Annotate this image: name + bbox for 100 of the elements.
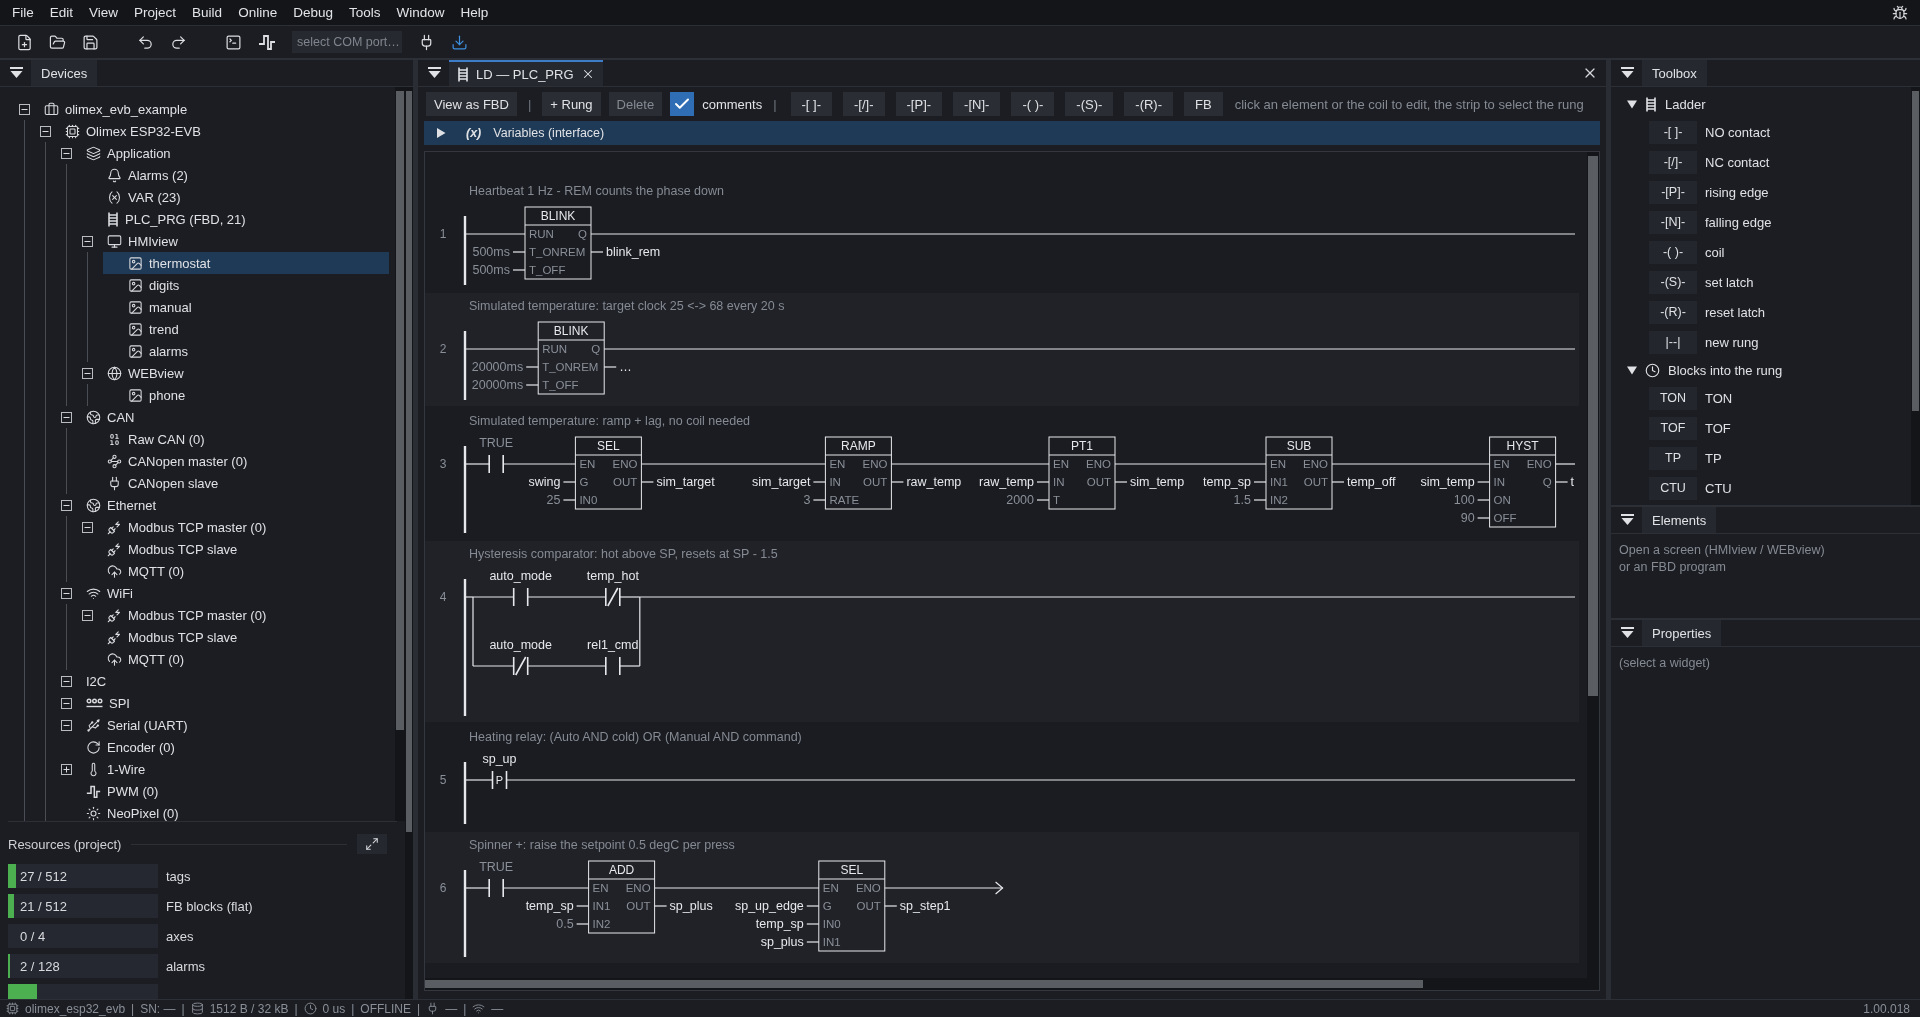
tree-item[interactable]: Serial (UART) xyxy=(61,714,389,736)
function-block[interactable] xyxy=(574,436,642,510)
collapse-icon[interactable] xyxy=(82,367,93,379)
tree-item[interactable]: VAR (23) xyxy=(82,186,389,208)
collapse-icon[interactable] xyxy=(61,675,72,687)
collapse-panel-icon[interactable] xyxy=(428,67,441,79)
save-icon[interactable] xyxy=(82,33,99,51)
contact-symbol[interactable] xyxy=(605,656,621,676)
contact-symbol[interactable] xyxy=(491,770,508,790)
collapse-panel-icon[interactable] xyxy=(1621,514,1634,526)
tree-item[interactable]: olimex_evb_example xyxy=(19,98,389,120)
collapse-icon[interactable] xyxy=(82,235,93,247)
palette-key[interactable]: -( )- xyxy=(1649,240,1697,264)
tree-item[interactable]: CAN xyxy=(61,406,389,428)
element-button[interactable]: -(R)- xyxy=(1124,92,1174,116)
tree-item[interactable]: SPI xyxy=(61,692,389,714)
element-button[interactable]: -[ ]- xyxy=(790,92,833,116)
tree-item[interactable]: Modbus TCP slave xyxy=(82,626,389,648)
collapse-icon[interactable] xyxy=(40,125,51,137)
expand-triangle-icon[interactable] xyxy=(436,128,446,138)
tree-item[interactable]: Alarms (2) xyxy=(82,164,389,186)
tree-item[interactable]: MQTT (0) xyxy=(82,648,389,670)
scrollbar[interactable] xyxy=(425,978,1599,990)
editor-tab[interactable]: LD — PLC_PRG xyxy=(449,60,603,86)
tree-item[interactable]: thermostat xyxy=(103,252,389,274)
palette-key[interactable]: -(S)- xyxy=(1649,270,1697,294)
collapse-panel-icon[interactable] xyxy=(10,67,23,79)
panel-tab[interactable]: Elements xyxy=(1642,507,1717,533)
element-button[interactable]: -[P]- xyxy=(895,92,943,116)
terminal-icon[interactable] xyxy=(225,33,242,51)
tree-item[interactable]: trend xyxy=(103,318,389,340)
function-block[interactable] xyxy=(818,860,886,952)
function-block[interactable] xyxy=(588,860,656,934)
collapse-icon[interactable] xyxy=(61,719,72,731)
expand-triangle-icon[interactable] xyxy=(1627,99,1637,109)
tree-item[interactable]: Encoder (0) xyxy=(61,736,389,758)
menu-item[interactable]: Project xyxy=(126,5,185,20)
collapse-icon[interactable] xyxy=(61,587,72,599)
element-button[interactable]: -(S)- xyxy=(1065,92,1114,116)
element-button[interactable]: FB xyxy=(1184,92,1223,116)
function-block[interactable] xyxy=(1048,436,1116,510)
undo-icon[interactable] xyxy=(137,33,154,51)
scrollbar[interactable] xyxy=(395,87,405,821)
palette-key[interactable]: -[P]- xyxy=(1649,180,1697,204)
tree-item[interactable]: PLC_PRG (FBD, 21) xyxy=(82,208,389,230)
palette-key[interactable]: TON xyxy=(1649,386,1697,410)
collapse-icon[interactable] xyxy=(61,147,72,159)
toolbox-group[interactable]: Ladder xyxy=(1627,91,1911,117)
collapse-panel-icon[interactable] xyxy=(1621,67,1634,79)
rung[interactable]: Heartbeat 1 Hz - REM counts the phase down 1 BLINK RUN Q 500ms T_ONREM blink_rem 500ms T_OFF xyxy=(425,178,1579,291)
tree-item[interactable]: PWM (0) xyxy=(61,780,389,802)
menu-item[interactable]: File xyxy=(4,5,42,20)
tree-item[interactable]: Modbus TCP slave xyxy=(82,538,389,560)
menu-item[interactable]: Help xyxy=(452,5,497,20)
expand-triangle-icon[interactable] xyxy=(1627,365,1637,375)
palette-key[interactable]: -[/]- xyxy=(1649,150,1697,174)
tree-item[interactable]: NeoPixel (0) xyxy=(61,802,389,821)
menu-item[interactable]: Window xyxy=(388,5,453,20)
panel-tab[interactable]: Devices xyxy=(31,60,98,86)
tree-item[interactable]: CANopen slave xyxy=(82,472,389,494)
port-select[interactable]: select COM port… xyxy=(292,31,402,53)
tree-item[interactable]: digits xyxy=(103,274,389,296)
tree-item[interactable]: WiFi xyxy=(61,582,389,604)
menu-item[interactable]: Edit xyxy=(41,5,82,20)
menu-item[interactable]: View xyxy=(81,5,127,20)
element-button[interactable]: -( )- xyxy=(1011,92,1055,116)
variables-bar[interactable]: (x) Variables (interface) xyxy=(424,121,1600,145)
palette-key[interactable]: |--| xyxy=(1649,330,1697,354)
collapse-icon[interactable] xyxy=(82,609,93,621)
tree-item[interactable]: Application xyxy=(61,142,389,164)
contact-symbol[interactable] xyxy=(488,878,504,898)
redo-icon[interactable] xyxy=(170,33,187,51)
collapse-panel-icon[interactable] xyxy=(1621,627,1634,639)
rung[interactable]: Simulated temperature: target clock 25 <-> 68 every 20 s 2 BLINK RUN Q 20000ms T_ONREM … 20000ms T_OFF xyxy=(425,293,1579,406)
menu-item[interactable]: Debug xyxy=(285,5,341,20)
contact-symbol[interactable] xyxy=(512,656,529,676)
folder-icon[interactable] xyxy=(49,33,66,51)
contact-symbol[interactable] xyxy=(488,454,504,474)
tree-item[interactable]: Modbus TCP master (0) xyxy=(82,516,389,538)
panel-tab[interactable]: Properties xyxy=(1642,620,1722,646)
function-block[interactable] xyxy=(537,321,605,395)
element-button[interactable]: -[/]- xyxy=(843,92,885,116)
scrollbar[interactable] xyxy=(1911,87,1920,505)
expand-button[interactable] xyxy=(357,834,387,854)
function-block[interactable] xyxy=(1265,436,1333,510)
scrollbar[interactable] xyxy=(1587,152,1599,978)
new-file-icon[interactable] xyxy=(16,33,33,51)
toolbar-button[interactable]: + Rung xyxy=(542,92,601,116)
pulse-icon[interactable] xyxy=(258,33,276,51)
scrollbar[interactable] xyxy=(405,87,413,999)
tree-item[interactable]: Ethernet xyxy=(61,494,389,516)
toolbar-button[interactable]: View as FBD xyxy=(426,92,517,116)
collapse-icon[interactable] xyxy=(61,499,72,511)
element-button[interactable]: -[N]- xyxy=(953,92,1001,116)
checkbox[interactable] xyxy=(670,92,695,116)
tree-item[interactable]: I2C xyxy=(61,670,389,692)
menu-item[interactable]: Build xyxy=(184,5,231,20)
palette-key[interactable]: -[ ]- xyxy=(1649,120,1697,144)
collapse-icon[interactable] xyxy=(61,411,72,423)
tree-item[interactable]: Modbus TCP master (0) xyxy=(82,604,389,626)
